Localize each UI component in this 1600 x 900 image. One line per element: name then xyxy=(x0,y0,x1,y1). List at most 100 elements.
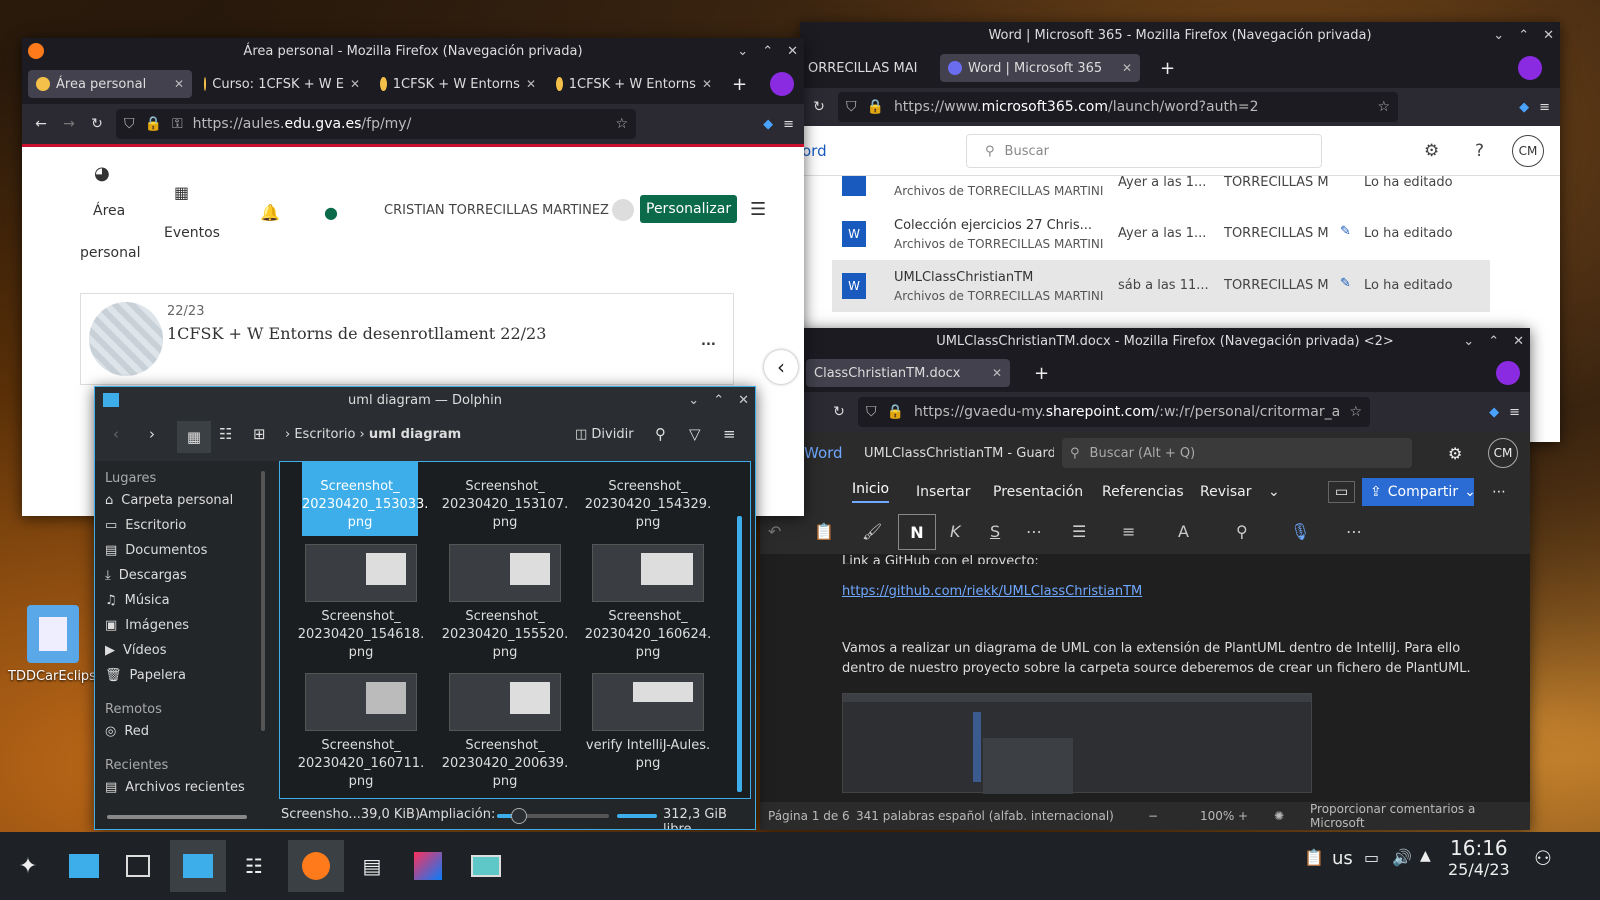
tab-docx[interactable]: ClassChristianTM.docx ✕ xyxy=(806,359,1010,387)
menu-icon[interactable]: ≡ xyxy=(723,425,736,443)
strikethrough-button[interactable]: S xyxy=(990,522,1000,541)
nav-eventos[interactable]: Eventos xyxy=(164,225,220,241)
reload-icon[interactable]: ↻ xyxy=(88,115,106,133)
tab-word-365[interactable]: Word | Microsoft 365 ✕ xyxy=(940,54,1140,82)
desktop-icon-tddcareclipse[interactable]: TDDCarEclipse xyxy=(8,605,104,684)
file-view[interactable]: Screenshot_ 20230420_153033. png Screensho… xyxy=(279,461,751,799)
compact-view-icon[interactable]: ☷ xyxy=(219,425,232,443)
more-icon[interactable]: ... xyxy=(701,334,716,349)
breadcrumb-escritorio[interactable]: Escritorio xyxy=(294,427,355,442)
extension-icon[interactable]: ◆ xyxy=(763,117,773,132)
file-item-selected[interactable]: Screenshot_ 20230420_153033. png xyxy=(302,462,428,536)
bookmark-star-icon[interactable]: ☆ xyxy=(1377,99,1390,115)
minimize-icon[interactable]: ⌄ xyxy=(688,393,699,408)
italic-button[interactable]: K xyxy=(950,522,961,541)
bold-button[interactable]: N xyxy=(898,514,936,550)
settings-icon[interactable]: ⚙ xyxy=(1448,444,1462,463)
file-item[interactable]: Screenshot_ 20230420_200639. png xyxy=(440,673,570,791)
undo-icon[interactable]: ↶ xyxy=(768,522,781,541)
sidebar-item-red[interactable]: ◎ Red xyxy=(95,719,265,744)
close-tab-icon[interactable]: ✕ xyxy=(174,77,184,91)
find-icon[interactable]: ⚲ xyxy=(1236,522,1248,541)
avatar[interactable]: CM xyxy=(1512,134,1544,167)
tab-inicio[interactable]: Inicio xyxy=(852,481,890,503)
breadcrumb-current[interactable]: uml diagram xyxy=(369,427,461,442)
file-item[interactable]: Screenshot_ 20230420_154618. png xyxy=(296,544,426,662)
close-tab-icon[interactable]: ✕ xyxy=(702,77,712,91)
sidebar-hscroll[interactable] xyxy=(107,815,247,819)
mic-icon[interactable]: 🎙 xyxy=(1290,522,1310,541)
file-item[interactable]: Screenshot_ 20230420_155520. png xyxy=(440,544,570,662)
help-icon[interactable]: ? xyxy=(1475,141,1484,161)
clock-time[interactable]: 16:16 xyxy=(1450,836,1508,860)
nav-personal[interactable]: personal xyxy=(80,245,140,261)
close-tab-icon[interactable]: ✕ xyxy=(350,77,360,91)
search-input[interactable]: ⚲ Buscar (Alt + Q) xyxy=(1062,438,1412,468)
zoom-in-icon[interactable]: + xyxy=(1238,809,1248,823)
clock-date[interactable]: 25/4/23 xyxy=(1448,860,1510,879)
zoom-slider-handle[interactable] xyxy=(511,808,528,824)
maximize-icon[interactable]: ⌃ xyxy=(1518,28,1529,43)
close-icon[interactable]: ✕ xyxy=(787,44,798,59)
close-icon[interactable]: ✕ xyxy=(1513,334,1524,349)
doc-link[interactable]: https://github.com/riekk/UMLClassChristi… xyxy=(842,584,1530,599)
clipboard-icon[interactable]: 📋 xyxy=(1304,848,1324,867)
taskbar-folder-icon[interactable] xyxy=(62,844,106,888)
tray-expand-icon[interactable]: ▲ xyxy=(1420,848,1431,864)
sidebar-item-papelera[interactable]: 🗑 Papelera xyxy=(95,663,265,688)
align-icon[interactable]: ≡ xyxy=(1122,522,1135,541)
tab-revisar[interactable]: Revisar xyxy=(1200,484,1252,500)
chevron-down-icon[interactable]: ⌄ xyxy=(1268,484,1280,500)
course-card[interactable]: 22/23 1CFSK + W Entorns de desenrotllame… xyxy=(80,293,734,385)
menu-icon[interactable]: ≡ xyxy=(1509,405,1520,420)
minimize-icon[interactable]: ⌄ xyxy=(1493,28,1504,43)
back-icon[interactable]: ← xyxy=(32,115,50,133)
keyboard-layout[interactable]: us xyxy=(1332,848,1353,869)
menu-icon[interactable]: ≡ xyxy=(783,117,794,132)
reload-icon[interactable]: ↻ xyxy=(810,98,828,116)
new-tab-icon[interactable]: + xyxy=(1034,363,1049,384)
bullets-icon[interactable]: ☰ xyxy=(1072,522,1086,541)
tab-entorns-1[interactable]: 1CFSK + W Entorns ✕ xyxy=(372,70,544,98)
maximize-icon[interactable]: ⌃ xyxy=(762,44,773,59)
sidebar-item-imagenes[interactable]: ▣ Imágenes xyxy=(95,613,265,638)
url-field[interactable]: ⛉ 🔒 https://gvaedu-my.sharepoint.com/:w:/r… xyxy=(858,397,1370,427)
avatar[interactable] xyxy=(612,199,634,221)
minimize-icon[interactable]: ⌄ xyxy=(737,44,748,59)
reload-icon[interactable]: ↻ xyxy=(830,403,848,421)
close-icon[interactable]: ✕ xyxy=(1543,28,1554,43)
status-language[interactable]: español (alfab. internacional) xyxy=(938,809,1114,823)
taskbar-calculator-icon[interactable]: ▤ xyxy=(350,844,394,888)
taskbar-dolphin-icon[interactable] xyxy=(170,840,226,892)
url-field[interactable]: ⛉ 🔒 https://www.microsoft365.com/launch/wo… xyxy=(838,92,1398,122)
extension-icon[interactable]: ◆ xyxy=(1489,405,1499,420)
file-item[interactable]: verify IntelliJ-Aules. png xyxy=(583,673,713,773)
tab-torrecillas[interactable]: ORRECILLAS MAI xyxy=(800,54,936,82)
taskbar-intellij-icon[interactable] xyxy=(406,844,450,888)
icons-view-button[interactable]: ▦ xyxy=(177,421,211,453)
close-tab-icon[interactable]: ✕ xyxy=(992,366,1002,380)
file-item[interactable]: Screenshot_ 20230420_160711. png xyxy=(296,673,426,791)
taskbar-screenshot-icon[interactable] xyxy=(464,844,508,888)
zoom-out-icon[interactable]: − xyxy=(1148,809,1158,823)
file-item[interactable]: Screenshot_ 20230420_153107. png xyxy=(440,478,570,532)
new-tab-icon[interactable]: + xyxy=(1160,58,1175,79)
taskbar-desktop-icon[interactable] xyxy=(116,844,160,888)
tab-referencias[interactable]: Referencias xyxy=(1102,484,1184,500)
tab-insertar[interactable]: Insertar xyxy=(916,484,971,500)
close-tab-icon[interactable]: ✕ xyxy=(1122,61,1132,75)
drawer-toggle-icon[interactable]: ☰ xyxy=(750,199,766,220)
back-icon[interactable]: ‹ xyxy=(113,425,119,443)
user-switch-icon[interactable]: ⚇ xyxy=(1534,846,1552,870)
split-button[interactable]: ◫ Dividir xyxy=(575,427,634,442)
status-feedback[interactable]: Proporcionar comentarios a Microsoft xyxy=(1310,802,1530,830)
forward-icon[interactable]: → xyxy=(60,115,78,133)
comment-icon[interactable]: ▭ xyxy=(1328,481,1356,503)
tree-view-icon[interactable]: ⊞ xyxy=(253,425,266,443)
minimize-icon[interactable]: ⌄ xyxy=(1463,334,1474,349)
user-name[interactable]: CRISTIAN TORRECILLAS MARTINEZ xyxy=(384,203,609,218)
extension-icon[interactable]: ◆ xyxy=(1519,100,1529,115)
bookmark-star-icon[interactable]: ☆ xyxy=(1349,404,1362,420)
bell-icon[interactable]: 🔔 xyxy=(260,203,280,222)
styles-icon[interactable]: A xyxy=(1178,522,1189,541)
